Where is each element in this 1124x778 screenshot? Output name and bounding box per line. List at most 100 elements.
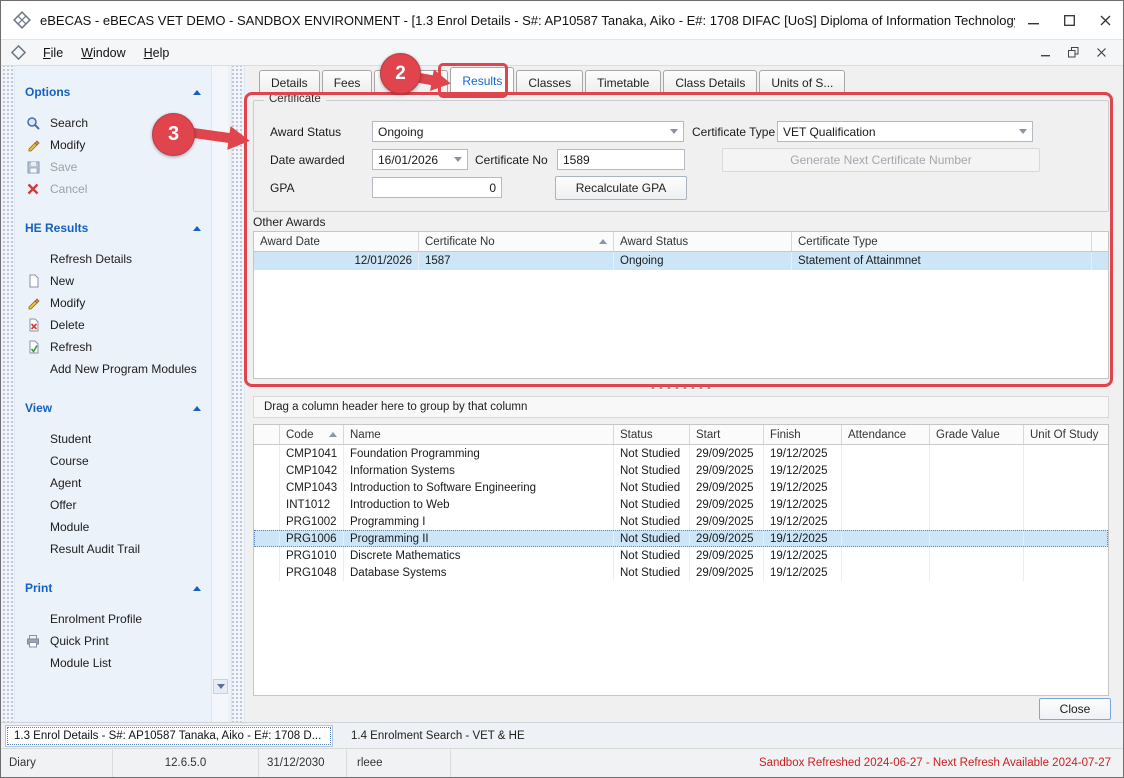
doc-tab-enrolment-search[interactable]: 1.4 Enrolment Search - VET & HE — [341, 725, 535, 747]
column-header-certificate-type[interactable]: Certificate Type — [792, 232, 1092, 251]
tab-fees[interactable]: Fees — [322, 70, 373, 94]
close-button[interactable] — [1087, 1, 1123, 39]
sidebar-item-agent[interactable]: Agent — [15, 472, 211, 494]
sidebar-item-new[interactable]: New — [15, 270, 211, 292]
sidebar-item-module[interactable]: Module — [15, 516, 211, 538]
column-header-certificate-no[interactable]: Certificate No — [419, 232, 614, 251]
column-header-award-status[interactable]: Award Status — [614, 232, 792, 251]
sidebar-item-refresh[interactable]: Refresh — [15, 336, 211, 358]
sidebar-item-enrolment-profile[interactable]: Enrolment Profile — [15, 608, 211, 630]
doc-tab-enrol-details[interactable]: 1.3 Enrol Details - S#: AP10587 Tanaka, … — [5, 725, 333, 747]
sidebar-header-print[interactable]: Print — [15, 576, 211, 600]
sidebar-item-modify-result[interactable]: Modify — [15, 292, 211, 314]
award-status-select[interactable]: Ongoing — [372, 121, 684, 142]
sidebar-item-search[interactable]: Search — [15, 112, 211, 134]
tab-units-of-study[interactable]: Units of S... — [759, 70, 845, 94]
collapse-icon — [193, 586, 201, 591]
splitter-handle[interactable] — [253, 380, 1109, 393]
sidebar-item-course[interactable]: Course — [15, 450, 211, 472]
table-row[interactable]: 12/01/2026 1587 Ongoing Statement of Att… — [254, 252, 1108, 270]
certificate-type-label: Certificate Type — [692, 125, 775, 139]
sidebar-header-options[interactable]: Options — [15, 80, 211, 104]
column-header-award-date[interactable]: Award Date — [254, 232, 419, 251]
sidebar-item-add-new-program-modules[interactable]: Add New Program Modules — [15, 358, 211, 380]
recalculate-gpa-button[interactable]: Recalculate GPA — [555, 176, 687, 200]
certificate-no-label: Certificate No — [475, 153, 548, 167]
column-header-name[interactable]: Name — [344, 425, 614, 444]
table-row[interactable]: CMP1042 Information Systems Not Studied … — [254, 462, 1108, 479]
cell-status: Not Studied — [614, 479, 690, 496]
column-header-code[interactable]: Code — [280, 425, 344, 444]
sidebar-item-delete[interactable]: Delete — [15, 314, 211, 336]
cell-status: Not Studied — [614, 547, 690, 564]
sidebar-item-offer[interactable]: Offer — [15, 494, 211, 516]
sidebar-main-splitter[interactable] — [231, 66, 245, 722]
column-header-status[interactable]: Status — [614, 425, 690, 444]
sidebar-scrollbar[interactable] — [211, 66, 228, 722]
minimize-button[interactable] — [1015, 1, 1051, 39]
table-row-selected[interactable]: PRG1006 Programming II Not Studied 29/09… — [254, 530, 1108, 547]
sidebar-item-module-list[interactable]: Module List — [15, 652, 211, 674]
sidebar-item-label: Module List — [50, 656, 111, 670]
scroll-down-button[interactable] — [213, 679, 228, 694]
column-header-unit-of-study[interactable]: Unit Of Study — [1024, 425, 1108, 444]
sidebar-item-label: Offer — [50, 498, 76, 512]
cell-status: Not Studied — [614, 462, 690, 479]
sidebar-item-label: Cancel — [50, 182, 87, 196]
table-row[interactable]: CMP1043 Introduction to Software Enginee… — [254, 479, 1108, 496]
sidebar-item-quick-print[interactable]: Quick Print — [15, 630, 211, 652]
certificate-type-select[interactable]: VET Qualification — [777, 121, 1033, 142]
sidebar-item-student[interactable]: Student — [15, 428, 211, 450]
sidebar-item-label: Quick Print — [50, 634, 109, 648]
tab-class-details[interactable]: Class Details — [663, 70, 757, 94]
cell-finish: 19/12/2025 — [764, 513, 842, 530]
mdi-close-button[interactable] — [1089, 43, 1113, 63]
certificate-no-input[interactable] — [557, 149, 685, 170]
sidebar-item-refresh-details[interactable]: Refresh Details — [15, 248, 211, 270]
group-by-panel[interactable]: Drag a column header here to group by th… — [253, 396, 1109, 418]
sidebar-item-cancel[interactable]: Cancel — [15, 178, 211, 200]
column-header-finish[interactable]: Finish — [764, 425, 842, 444]
sidebar-item-save[interactable]: Save — [15, 156, 211, 178]
tab-classes[interactable]: Classes — [516, 70, 583, 94]
table-row[interactable]: CMP1041 Foundation Programming Not Studi… — [254, 445, 1108, 462]
tab-timetable[interactable]: Timetable — [585, 70, 661, 94]
sidebar-item-label: Module — [50, 520, 89, 534]
chevron-down-icon — [670, 129, 678, 134]
gpa-input[interactable] — [372, 177, 502, 198]
date-awarded-picker[interactable]: 16/01/2026 — [372, 149, 468, 170]
tab-obscured[interactable] — [374, 70, 448, 94]
generate-next-certificate-button[interactable]: Generate Next Certificate Number — [722, 148, 1040, 172]
sidebar-header-he-results[interactable]: HE Results — [15, 216, 211, 240]
menu-help[interactable]: Help — [135, 42, 179, 64]
date-awarded-value: 16/01/2026 — [378, 153, 438, 167]
sidebar-item-modify[interactable]: Modify — [15, 134, 211, 156]
sidebar-item-result-audit-trail[interactable]: Result Audit Trail — [15, 538, 211, 560]
menu-window[interactable]: Window — [72, 42, 134, 64]
cell-code: INT1012 — [280, 496, 344, 513]
cell-name: Introduction to Software Engineering — [344, 479, 614, 496]
status-spacer — [451, 749, 747, 777]
table-row[interactable]: PRG1002 Programming I Not Studied 29/09/… — [254, 513, 1108, 530]
date-awarded-label: Date awarded — [270, 153, 345, 167]
mdi-restore-button[interactable] — [1061, 43, 1085, 63]
sidebar-header-view[interactable]: View — [15, 396, 211, 420]
table-row[interactable]: PRG1048 Database Systems Not Studied 29/… — [254, 564, 1108, 581]
close-panel-button[interactable]: Close — [1039, 698, 1111, 720]
table-row[interactable]: PRG1010 Discrete Mathematics Not Studied… — [254, 547, 1108, 564]
cell-grade-value — [930, 462, 1024, 479]
sidebar-section-options: Options Search Modify Save Cancel — [15, 80, 211, 200]
tab-details[interactable]: Details — [259, 70, 320, 94]
table-row[interactable]: INT1012 Introduction to Web Not Studied … — [254, 496, 1108, 513]
mdi-minimize-button[interactable] — [1033, 43, 1057, 63]
column-header-start[interactable]: Start — [690, 425, 764, 444]
column-header-attendance[interactable]: Attendance — [842, 425, 930, 444]
cell-name: Foundation Programming — [344, 445, 614, 462]
status-sandbox-message: Sandbox Refreshed 2024-06-27 - Next Refr… — [747, 749, 1123, 777]
maximize-button[interactable] — [1051, 1, 1087, 39]
tab-results[interactable]: Results — [450, 67, 514, 94]
cell-name: Information Systems — [344, 462, 614, 479]
cell-grade-value — [930, 547, 1024, 564]
menu-file[interactable]: File — [34, 42, 72, 64]
column-header-grade-value[interactable]: Grade Value — [930, 425, 1024, 444]
